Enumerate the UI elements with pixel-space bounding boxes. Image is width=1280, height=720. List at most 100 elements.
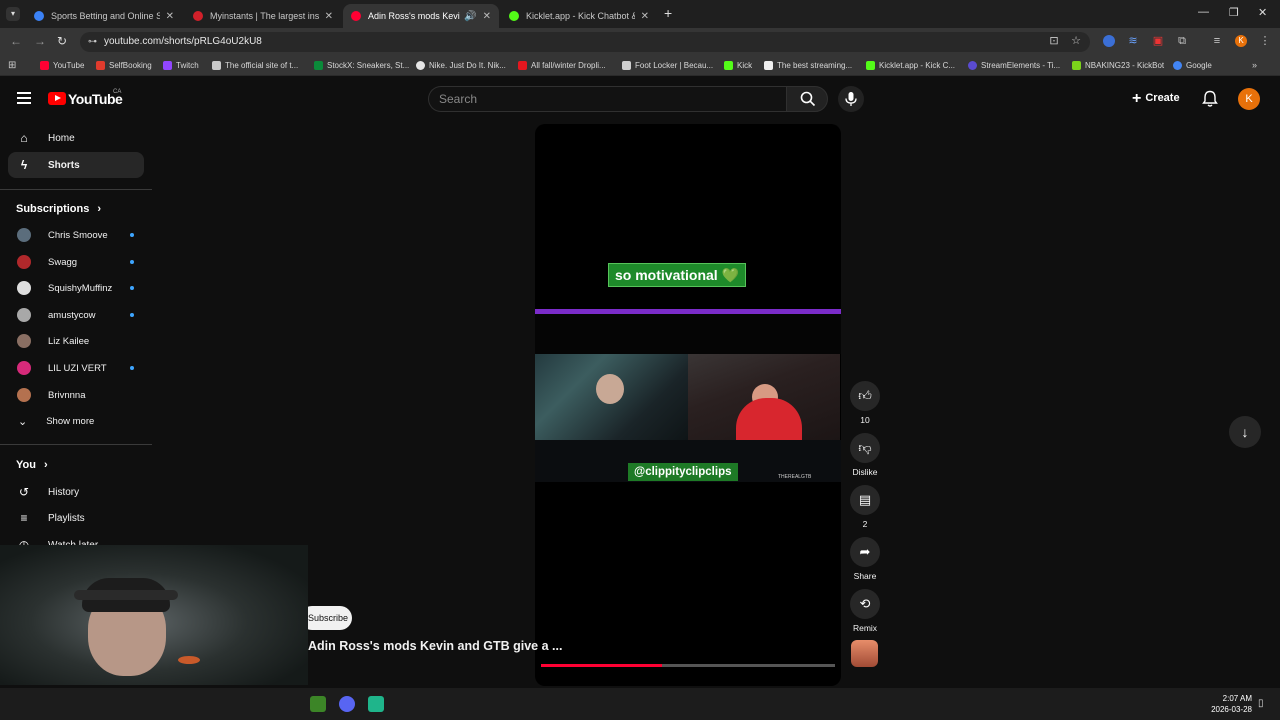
sidebar-subscription[interactable]: Swagg [8, 249, 144, 275]
bookmark[interactable]: Nike. Just Do It. Nik... [416, 61, 506, 70]
tab-search-icon[interactable]: ▾ [6, 7, 20, 21]
sidebar-item-history[interactable]: ↺ History [8, 479, 144, 505]
bookmark[interactable]: SelfBooking [96, 61, 152, 70]
bookmark[interactable]: Foot Locker | Becau... [622, 61, 713, 70]
bookmark[interactable]: Twitch [163, 61, 199, 70]
new-content-dot [130, 233, 134, 237]
remix-button[interactable]: ⟲ [850, 589, 880, 619]
taskbar-time[interactable]: 2:07 AM [1210, 694, 1252, 703]
bookmark[interactable]: The best streaming... [764, 61, 852, 70]
sidebar-subscription[interactable]: amustycow [8, 302, 144, 328]
sidebar-item-playlists[interactable]: ≡ Playlists [8, 505, 144, 531]
search-box[interactable] [428, 86, 786, 112]
comment-count: 2 [862, 519, 868, 529]
dislike-button[interactable]: 👎︎ [850, 433, 880, 463]
extension-icon[interactable] [1103, 35, 1115, 47]
bookmark[interactable]: StockX: Sneakers, St... [314, 61, 409, 70]
reading-list-icon[interactable]: ≡ [1211, 35, 1223, 47]
speaker-icon[interactable]: 🔊 [464, 11, 476, 22]
profile-avatar-icon[interactable]: K [1235, 35, 1247, 47]
sidebar-item-shorts[interactable]: ϟ Shorts [8, 152, 144, 178]
tab-close-icon[interactable]: ✕ [166, 11, 174, 22]
video-progress-fill [541, 664, 662, 667]
channel-avatar [17, 388, 31, 402]
sidebar-subscription[interactable]: Brivnnna [8, 382, 144, 408]
like-button[interactable]: 👍︎ [850, 381, 880, 411]
browser-tab[interactable]: Sports Betting and Online Spor✕ [26, 4, 182, 28]
share-icon: ➦ [859, 544, 871, 559]
plus-icon: + [1132, 90, 1142, 107]
hamburger-menu-icon[interactable] [17, 92, 31, 104]
site-info-icon[interactable]: ⊶ [88, 36, 97, 47]
bookmark-favicon-icon [212, 61, 221, 70]
bookmark-star-icon[interactable]: ☆ [1070, 35, 1082, 47]
comments-button[interactable]: ▤ [850, 485, 880, 515]
bookmark[interactable]: Kick [724, 61, 752, 70]
channel-avatar [17, 255, 31, 269]
notification-center-icon[interactable]: ▯ [1258, 698, 1264, 709]
create-button[interactable]: + Create [1132, 90, 1180, 108]
sidebar-show-more[interactable]: ⌄ Show more [8, 408, 144, 434]
url-text[interactable]: youtube.com/shorts/pRLG4oU2kU8 [104, 36, 262, 47]
extensions-puzzle-icon[interactable]: ⧉ [1176, 35, 1188, 47]
extension-wave-icon[interactable]: ≋ [1127, 35, 1139, 47]
sidebar-subscription[interactable]: LIL UZI VERT [8, 355, 144, 381]
forward-icon[interactable]: → [34, 34, 46, 48]
bookmark[interactable]: Kicklet.app - Kick C... [866, 61, 955, 70]
browser-tab-active[interactable]: Adin Ross's mods Kevin and🔊✕ [343, 4, 499, 28]
back-icon[interactable]: ← [10, 34, 22, 48]
sidebar-item-home[interactable]: ⌂ Home [8, 125, 144, 151]
install-app-icon[interactable]: ⊡ [1048, 35, 1060, 47]
browser-menu-icon[interactable]: ⋮ [1259, 35, 1271, 47]
account-avatar[interactable]: K [1238, 88, 1260, 110]
minecraft-app-icon[interactable] [310, 696, 326, 712]
short-title[interactable]: Adin Ross's mods Kevin and GTB give a ..… [308, 639, 562, 653]
new-content-dot [130, 260, 134, 264]
bookmark-favicon-icon [724, 61, 733, 70]
bookmark-favicon-icon [163, 61, 172, 70]
discord-app-icon[interactable] [339, 696, 355, 712]
share-button[interactable]: ➦ [850, 537, 880, 567]
bookmark-favicon-icon [314, 61, 323, 70]
bookmark[interactable]: Google [1173, 61, 1212, 70]
shorts-icon: ϟ [20, 158, 28, 172]
sidebar-subscription[interactable]: Liz Kailee [8, 328, 144, 354]
next-short-button[interactable]: ↓ [1229, 416, 1261, 448]
sidebar-subscription[interactable]: Chris Smoove [8, 222, 144, 248]
you-heading[interactable]: You › [16, 459, 48, 471]
voice-search-button[interactable] [838, 86, 864, 112]
new-content-dot [130, 366, 134, 370]
new-tab-button[interactable]: + [664, 5, 672, 21]
maximize-icon[interactable]: ❐ [1229, 6, 1239, 19]
youtube-logo-icon[interactable] [48, 92, 66, 105]
more-bookmarks-icon[interactable]: » [1252, 60, 1257, 70]
video-caption-top: so motivational 💚 [608, 263, 747, 287]
extension-badge-icon[interactable]: ▣ [1152, 35, 1164, 47]
search-input[interactable]: Search [439, 92, 477, 106]
sidebar-subscription[interactable]: SquishyMuffinz [8, 275, 144, 301]
bookmark[interactable]: All fall/winter Dropli... [518, 61, 606, 70]
browser-tab[interactable]: Kicklet.app - Kick Chatbot & ✕ [501, 4, 657, 28]
bookmark-favicon-icon [96, 61, 105, 70]
tab-close-icon[interactable]: ✕ [325, 11, 333, 22]
tab-close-icon[interactable]: ✕ [641, 11, 649, 22]
bookmark[interactable]: NBAKING23 - KickBot [1072, 61, 1164, 70]
close-window-icon[interactable]: ✕ [1258, 6, 1267, 19]
history-icon: ↺ [18, 485, 30, 499]
tab-close-icon[interactable]: ✕ [483, 11, 491, 22]
minimize-icon[interactable]: — [1198, 6, 1209, 18]
sidebar-divider [0, 189, 152, 190]
chat-app-icon[interactable] [368, 696, 384, 712]
bookmark[interactable]: The official site of t... [212, 61, 298, 70]
bookmark[interactable]: YouTube [40, 61, 84, 70]
sound-thumbnail[interactable] [851, 640, 878, 667]
taskbar-date[interactable]: 2026-03-28 [1204, 705, 1252, 714]
bookmark[interactable]: StreamElements - Ti... [968, 61, 1060, 70]
notifications-button[interactable] [1202, 90, 1218, 111]
reload-icon[interactable]: ↻ [57, 34, 67, 48]
apps-grid-icon[interactable]: ⊞ [8, 60, 16, 71]
home-icon: ⌂ [20, 131, 28, 145]
search-button[interactable] [786, 86, 828, 112]
browser-tab[interactable]: Myinstants | The largest instant✕ [185, 4, 341, 28]
subscriptions-heading[interactable]: Subscriptions › [16, 203, 101, 215]
